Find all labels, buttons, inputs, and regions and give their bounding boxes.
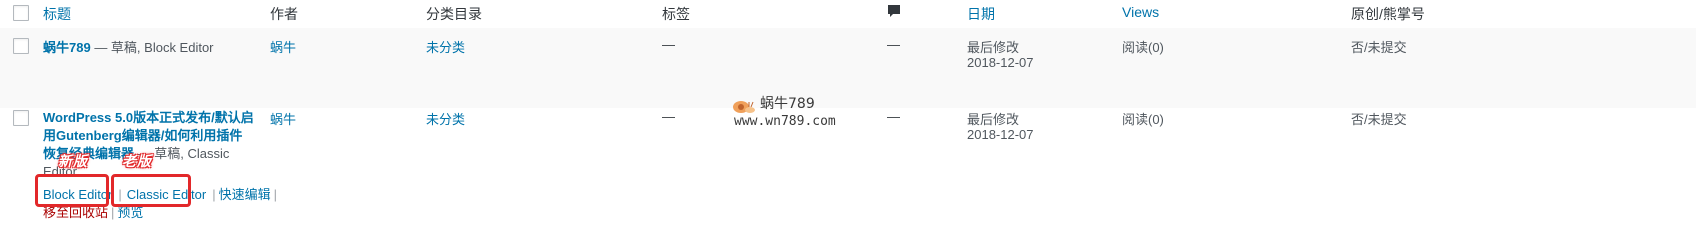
watermark: 蜗牛789 www.wn789.com xyxy=(728,93,858,133)
post-title-cell: 蜗牛789 — 草稿, Block Editor xyxy=(43,37,214,56)
block-editor-highlight xyxy=(35,174,109,207)
column-title-sort[interactable]: 标题 xyxy=(43,4,71,24)
date-status: 最后修改 xyxy=(967,112,1020,127)
post-title-link[interactable]: 蜗牛789 xyxy=(43,40,91,55)
trash-link[interactable]: 移至回收站 xyxy=(43,205,108,220)
author-link[interactable]: 蜗牛 xyxy=(270,109,296,128)
column-original: 原创/熊掌号 xyxy=(1351,6,1425,22)
row-checkbox[interactable] xyxy=(13,110,29,126)
views-value: 阅读(0) xyxy=(1122,112,1164,127)
category-link[interactable]: 未分类 xyxy=(426,109,465,128)
old-version-label: 老版 xyxy=(122,154,152,170)
comments-value: — xyxy=(887,37,900,52)
classic-editor-highlight xyxy=(111,174,191,207)
column-date-sort[interactable]: 日期 xyxy=(967,4,995,24)
new-version-label: 新版 xyxy=(58,154,88,170)
row-checkbox[interactable] xyxy=(13,38,29,54)
date-value: 2018-12-07 xyxy=(967,127,1034,142)
watermark-name: 蜗牛789 xyxy=(760,96,815,112)
column-views-sort[interactable]: Views xyxy=(1122,4,1159,20)
quick-edit-link[interactable]: 快速编辑 xyxy=(219,187,271,202)
table-header: 标题 作者 分类目录 标签 日期 Views 原创/熊掌号 xyxy=(0,0,1696,29)
column-author: 作者 xyxy=(270,6,298,22)
title-line: WordPress 5.0版本正式发布/默认启 xyxy=(43,110,254,125)
comments-value: — xyxy=(887,109,900,124)
column-categories: 分类目录 xyxy=(426,6,482,22)
separator: | xyxy=(212,187,216,202)
select-all-checkbox[interactable] xyxy=(13,5,29,21)
tags-value: — xyxy=(662,109,675,124)
post-state: — 草稿, Block Editor xyxy=(90,40,214,55)
separator: | xyxy=(111,205,115,220)
title-line: 用Gutenberg编辑器/如何利用插件 xyxy=(43,128,243,143)
watermark-url: www.wn789.com xyxy=(734,114,836,129)
views-value: 阅读(0) xyxy=(1122,40,1164,55)
date-value: 2018-12-07 xyxy=(967,55,1034,70)
original-value: 否/未提交 xyxy=(1351,40,1407,55)
column-tags: 标签 xyxy=(662,6,690,22)
author-link[interactable]: 蜗牛 xyxy=(270,37,296,56)
separator: | xyxy=(273,187,278,202)
date-status: 最后修改 xyxy=(967,40,1020,55)
comment-bubble-icon xyxy=(887,4,901,22)
original-value: 否/未提交 xyxy=(1351,112,1407,127)
preview-link[interactable]: 预览 xyxy=(117,205,143,220)
title-line: 恢复经典编辑器 xyxy=(43,146,135,161)
category-link[interactable]: 未分类 xyxy=(426,37,465,56)
tags-value: — xyxy=(662,37,675,52)
